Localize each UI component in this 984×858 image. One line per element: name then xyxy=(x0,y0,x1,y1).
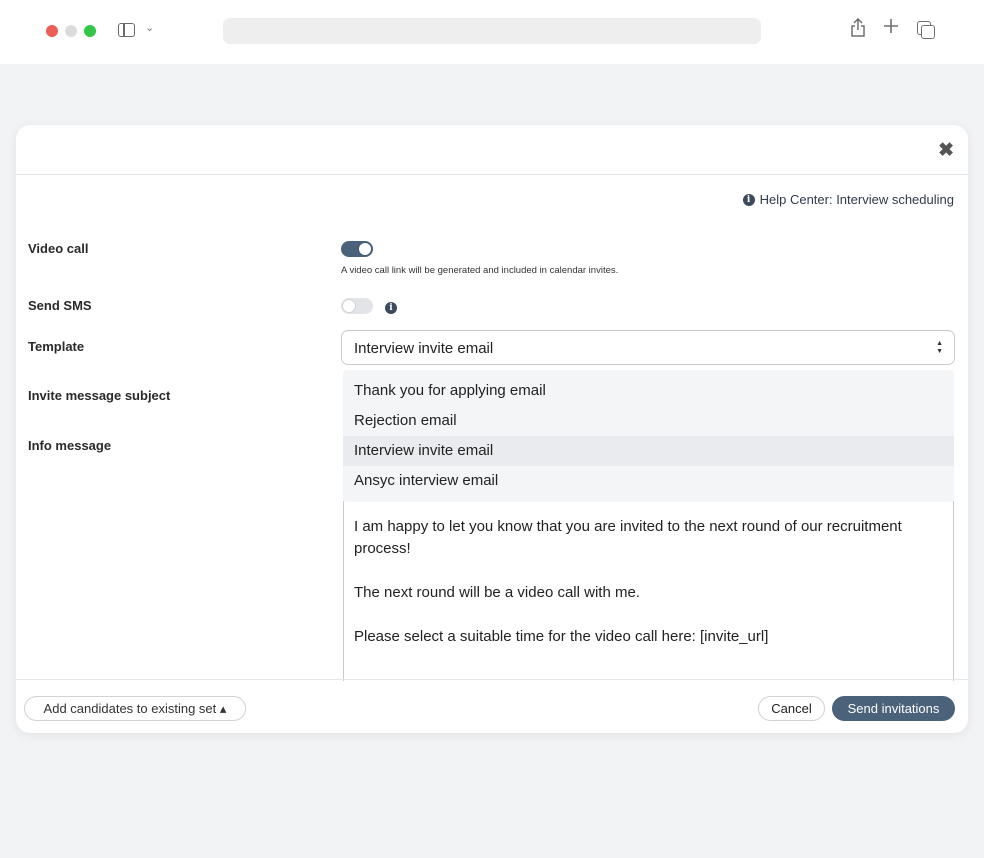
maximize-window-button[interactable] xyxy=(84,25,96,37)
toggle-knob xyxy=(343,300,355,312)
close-icon[interactable]: ✖ xyxy=(938,139,954,162)
message-paragraph: I am happy to let you know that you are … xyxy=(354,518,902,557)
header-divider xyxy=(16,174,968,175)
cancel-button[interactable]: Cancel xyxy=(758,696,825,721)
video-call-label: Video call xyxy=(28,241,89,256)
add-candidates-button[interactable]: Add candidates to existing set ▴ xyxy=(24,696,246,721)
sidebar-toggle-icon[interactable] xyxy=(118,23,135,37)
video-call-toggle[interactable] xyxy=(341,241,373,257)
message-paragraph: Please select a suitable time for the vi… xyxy=(354,628,769,645)
message-paragraph: The next round will be a video call with… xyxy=(354,584,640,601)
send-sms-toggle[interactable] xyxy=(341,298,373,314)
info-message-label: Info message xyxy=(28,438,112,453)
interview-invite-modal: ✖ i Help Center: Interview scheduling Vi… xyxy=(16,125,968,733)
new-tab-icon[interactable] xyxy=(882,16,900,40)
template-select[interactable]: Interview invite email ▲ ▼ xyxy=(341,330,955,365)
help-center-link[interactable]: i Help Center: Interview scheduling xyxy=(742,192,954,207)
browser-toolbar: ⌄ xyxy=(0,0,984,64)
caret-up-icon: ▴ xyxy=(219,701,227,716)
template-selected-value: Interview invite email xyxy=(354,340,494,357)
minimize-window-button[interactable] xyxy=(65,25,77,37)
tab-overview-icon[interactable] xyxy=(917,21,935,39)
template-option[interactable]: Rejection email xyxy=(343,406,954,436)
select-arrows-icon: ▲ ▼ xyxy=(936,340,943,355)
close-window-button[interactable] xyxy=(46,25,58,37)
invite-subject-label: Invite message subject xyxy=(28,388,171,403)
footer-divider xyxy=(16,679,968,680)
add-candidates-label: Add candidates to existing set xyxy=(43,701,217,716)
send-sms-label: Send SMS xyxy=(28,298,92,313)
info-message-textarea[interactable]: I am happy to let you know that you are … xyxy=(343,501,954,681)
video-call-hint: A video call link will be generated and … xyxy=(341,265,619,276)
template-option-selected[interactable]: Interview invite email xyxy=(343,436,954,466)
template-option[interactable]: Thank you for applying email xyxy=(343,376,954,406)
send-invitations-button[interactable]: Send invitations xyxy=(832,696,955,721)
toggle-knob xyxy=(359,243,371,255)
address-bar[interactable] xyxy=(223,18,761,44)
info-icon: i xyxy=(742,193,755,206)
template-option[interactable]: Ansyc interview email xyxy=(343,466,954,496)
help-center-label: Help Center: Interview scheduling xyxy=(759,192,954,207)
sms-info-icon[interactable]: i xyxy=(385,302,397,314)
template-dropdown-menu: Thank you for applying email Rejection e… xyxy=(343,370,954,502)
chevron-down-icon[interactable]: ⌄ xyxy=(145,21,154,34)
template-label: Template xyxy=(28,339,85,354)
share-icon[interactable] xyxy=(850,17,866,44)
